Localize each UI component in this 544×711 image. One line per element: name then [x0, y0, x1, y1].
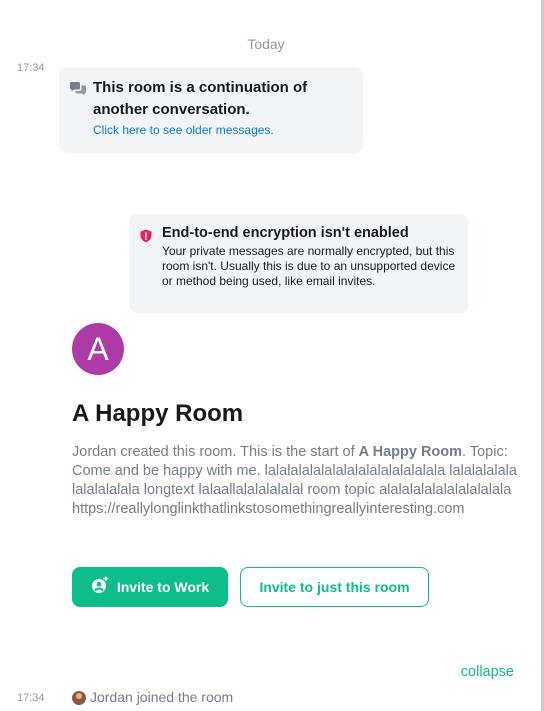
encryption-description: Your private messages are normally encry… [162, 244, 456, 288]
intro-room-name: A Happy Room [358, 444, 463, 460]
room-avatar[interactable]: A [72, 323, 124, 375]
room-name-heading: A Happy Room [72, 400, 244, 427]
encryption-notice: End-to-end encryption isn't enabled Your… [129, 214, 468, 313]
invite-work-label: Invite to Work [116, 579, 210, 595]
date-separator: Today [247, 36, 285, 52]
encryption-title: End-to-end encryption isn't enabled [162, 225, 409, 241]
older-messages-link[interactable]: Click here to see older messages. [93, 123, 274, 137]
continuation-title: This room is a continuation of another c… [93, 79, 308, 118]
collapse-link[interactable]: collapse [461, 664, 514, 680]
chat-bubbles-icon [69, 81, 87, 97]
room-continuation-notice: This room is a continuation of another c… [59, 67, 363, 153]
member-event-text: Jordan joined the room [90, 689, 234, 705]
user-avatar[interactable] [72, 691, 86, 705]
invite-to-space-button[interactable]: Invite to Work [72, 567, 228, 607]
timestamp: 17:34 [17, 62, 45, 74]
intro-suffix: . [462, 444, 467, 460]
room-intro: Jordan created this room. This is the st… [72, 443, 518, 519]
invite-to-room-button[interactable]: Invite to just this room [240, 567, 429, 607]
shield-warning-icon [139, 229, 153, 243]
add-person-icon [91, 576, 109, 594]
timestamp: 17:34 [17, 692, 45, 704]
intro-text: Jordan created this room. This is the st… [72, 444, 359, 460]
